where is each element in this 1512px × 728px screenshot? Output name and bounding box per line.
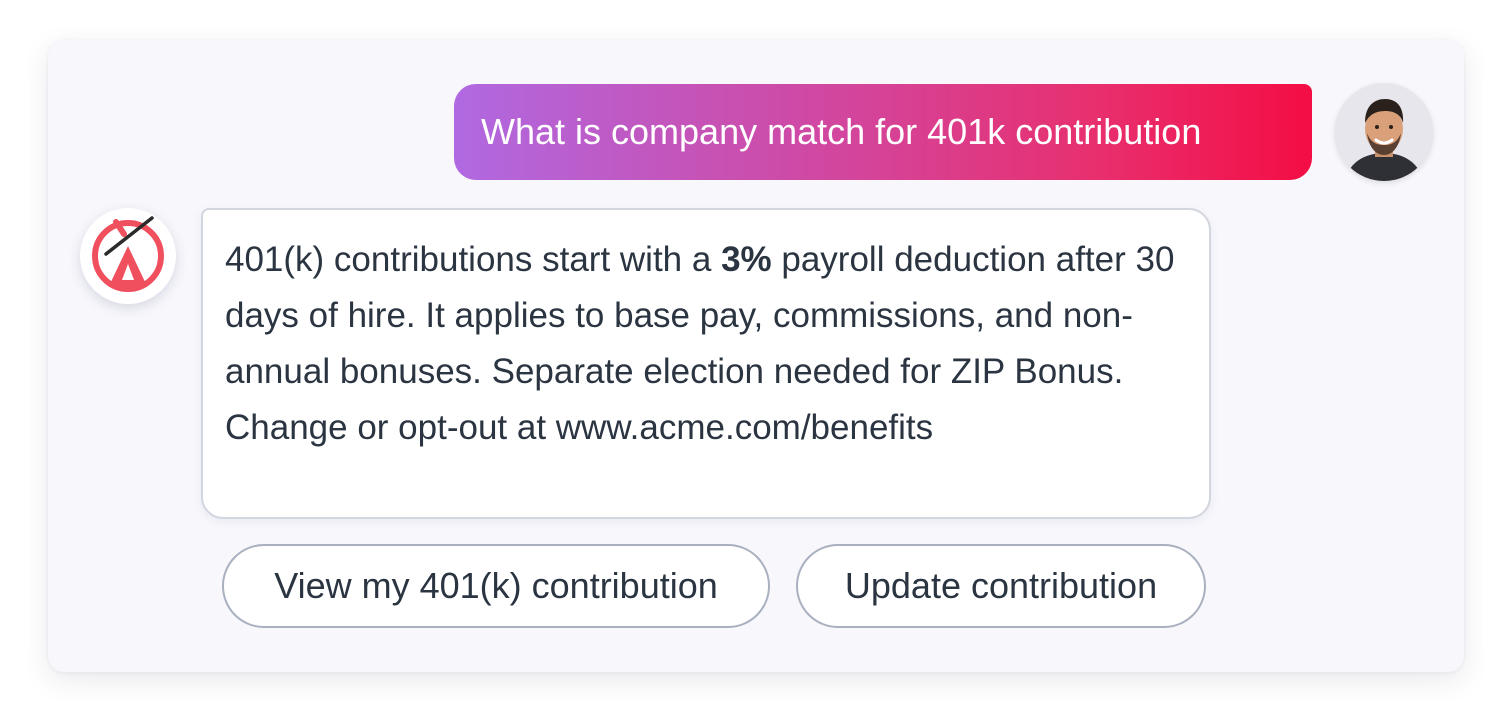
user-message-bubble: What is company match for 401k contribut… [454,84,1312,180]
update-contribution-button[interactable]: Update contribution [796,544,1206,628]
bot-logo-icon [92,216,164,292]
view-401k-contribution-button[interactable]: View my 401(k) contribution [222,544,770,628]
bot-message-text-before: 401(k) contributions start with a [225,240,722,279]
user-avatar-photo [1335,83,1433,181]
user-message-text: What is company match for 401k contribut… [481,111,1202,152]
bot-message-highlight: 3% [721,240,772,279]
bot-avatar [80,208,176,304]
user-avatar [1335,83,1433,181]
bot-message-bubble: 401(k) contributions start with a 3% pay… [201,208,1211,519]
